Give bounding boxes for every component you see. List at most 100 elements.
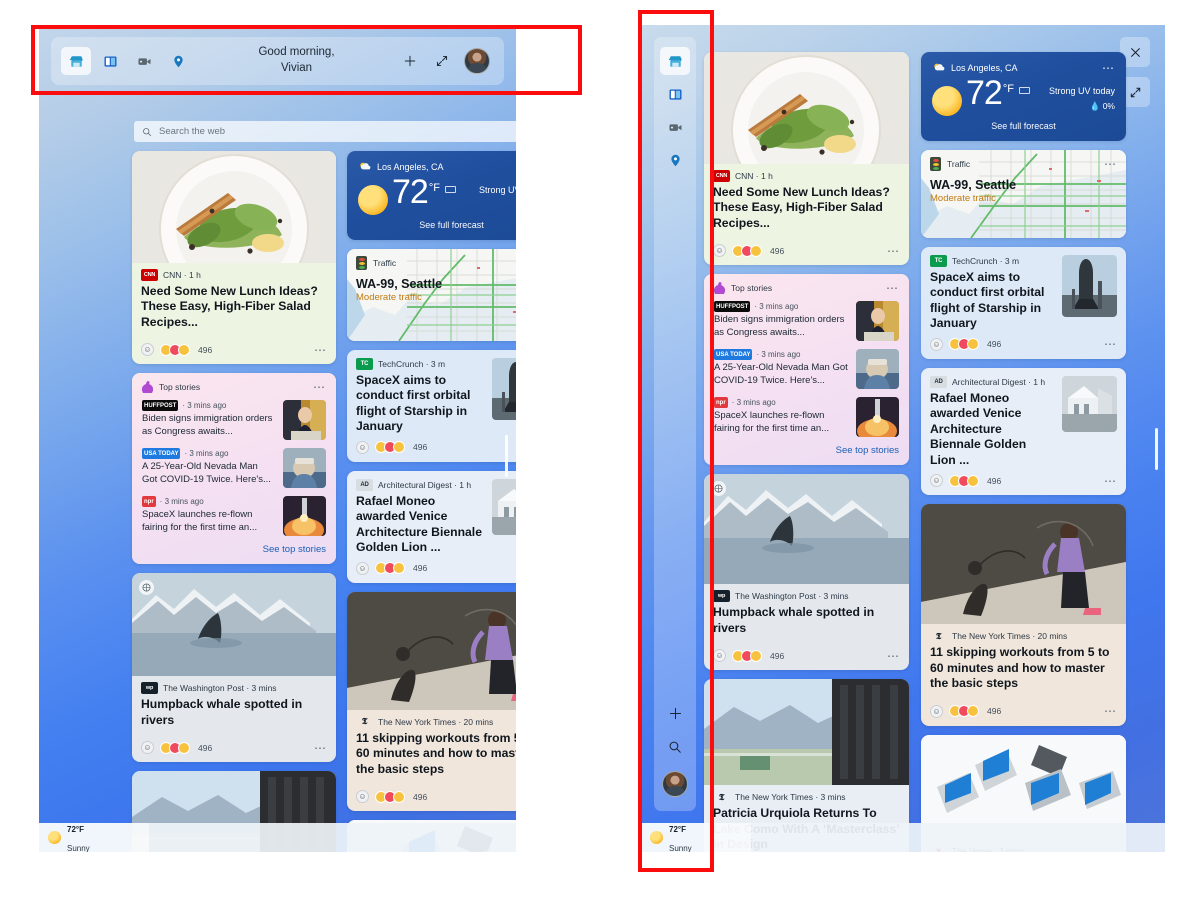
traffic-label: Traffic bbox=[947, 159, 971, 169]
list-item[interactable]: HUFFPOST · 3 mins ago Biden signs immigr… bbox=[142, 400, 326, 441]
traffic-menu-button[interactable]: ⋯ bbox=[1104, 158, 1117, 170]
feed-scrollbar[interactable] bbox=[1155, 428, 1158, 470]
widgets-store-icon[interactable] bbox=[660, 47, 690, 75]
card-title: Rafael Moneo awarded Venice Architecture… bbox=[356, 493, 482, 555]
list-item[interactable]: USA TODAY · 3 mins ago A 25-Year-Old Nev… bbox=[714, 349, 899, 390]
news-card-skipping[interactable]: 𝕿 The New York Times · 20 mins 11 skippi… bbox=[921, 504, 1126, 726]
news-card-lunch[interactable]: CNN CNN · 1 h Need Some New Lunch Ideas?… bbox=[132, 151, 336, 365]
weather-widget[interactable]: Los Angeles, CA ⋯ 72 °F Strong UV today bbox=[921, 52, 1126, 141]
publisher-logo: 𝕿 bbox=[935, 630, 942, 641]
story-time: · 3 mins ago bbox=[159, 497, 204, 507]
story-meta: npr · 3 mins ago bbox=[714, 397, 848, 409]
card-menu-button[interactable]: ⋯ bbox=[314, 344, 327, 356]
top-stories-card[interactable]: Top stories ⋯ HUFFPOST · 3 mins ago Bide… bbox=[704, 274, 909, 466]
list-item[interactable]: npr · 3 mins ago SpaceX launches re-flow… bbox=[714, 397, 899, 438]
add-reaction-icon[interactable]: ☺ bbox=[930, 704, 943, 718]
trending-icon bbox=[142, 381, 153, 394]
news-card-moneo[interactable]: AD Architectural Digest · 1 h Rafael Mon… bbox=[347, 470, 516, 583]
card-source-row: wp The Washington Post · 3 mins bbox=[141, 682, 327, 695]
split-panel-icon[interactable] bbox=[95, 47, 125, 75]
add-reaction-icon[interactable]: ☺ bbox=[930, 337, 943, 351]
avatar[interactable] bbox=[662, 771, 688, 797]
card-content: AD Architectural Digest · 1 h Rafael Mon… bbox=[921, 368, 1126, 468]
card-menu-button[interactable]: ⋯ bbox=[887, 650, 900, 662]
widgets-board-expanded: CNN CNN · 1 h Need Some New Lunch Ideas?… bbox=[641, 25, 1165, 852]
weather-condition-icon bbox=[934, 63, 945, 71]
add-reaction-icon[interactable]: ☺ bbox=[356, 561, 369, 575]
reaction-emojis bbox=[732, 244, 762, 257]
card-menu-button[interactable]: ⋯ bbox=[314, 742, 327, 754]
card-footer: ☺ 496 ⋯ bbox=[921, 468, 1126, 495]
weather-widget[interactable]: Los Angeles, CA ⋯ 72 °F Strong UV today bbox=[347, 151, 516, 240]
card-source-row: TC TechCrunch · 3 m bbox=[930, 255, 1054, 267]
expand-board-button[interactable] bbox=[432, 51, 452, 71]
reaction-count: 496 bbox=[987, 339, 1002, 350]
add-reaction-icon[interactable]: ☺ bbox=[930, 474, 943, 488]
news-card-moneo[interactable]: AD Architectural Digest · 1 h Rafael Mon… bbox=[921, 367, 1126, 496]
news-card-whale[interactable]: wp The Washington Post · 3 mins Humpback… bbox=[704, 474, 909, 671]
weather-condition-icon bbox=[360, 162, 371, 170]
add-reaction-icon[interactable]: ☺ bbox=[713, 649, 726, 663]
card-menu-button[interactable]: ⋯ bbox=[1104, 338, 1117, 350]
traffic-widget[interactable]: Traffic ⋯ WA-99, Seattle Moderate traffi… bbox=[347, 249, 516, 341]
card-menu-button[interactable]: ⋯ bbox=[1104, 705, 1117, 717]
traffic-road: WA-99, Seattle bbox=[930, 178, 1017, 192]
list-item[interactable]: USA TODAY · 3 mins ago A 25-Year-Old Nev… bbox=[142, 448, 326, 489]
traffic-widget[interactable]: Traffic ⋯ WA-99, Seattle Moderate traffi… bbox=[921, 150, 1126, 238]
list-item[interactable]: npr · 3 mins ago SpaceX launches re-flow… bbox=[142, 496, 326, 537]
add-reaction-icon[interactable]: ☺ bbox=[356, 790, 369, 804]
card-menu-button[interactable]: ⋯ bbox=[1104, 475, 1117, 487]
news-card-lunch[interactable]: CNN CNN · 1 h Need Some New Lunch Ideas?… bbox=[704, 52, 909, 266]
search-icon[interactable] bbox=[665, 737, 685, 757]
card-image bbox=[704, 52, 909, 164]
location-pin-icon[interactable] bbox=[163, 47, 193, 75]
weather-badge-icon bbox=[1018, 87, 1030, 94]
add-reaction-icon[interactable]: ☺ bbox=[713, 244, 726, 258]
see-full-forecast-link[interactable]: See full forecast bbox=[932, 121, 1115, 131]
taskbar-weather-button[interactable]: 72°F Sunny bbox=[39, 823, 149, 852]
search-input[interactable]: Search the web bbox=[134, 121, 516, 142]
video-camera-icon[interactable] bbox=[129, 47, 159, 75]
weather-menu-button[interactable]: ⋯ bbox=[1102, 62, 1115, 74]
add-widget-button[interactable] bbox=[665, 703, 685, 723]
see-top-stories-link[interactable]: See top stories bbox=[714, 445, 899, 456]
reaction-emojis bbox=[160, 741, 190, 754]
card-footer: ☺ 496 ⋯ bbox=[921, 332, 1126, 359]
card-menu-button[interactable]: ⋯ bbox=[887, 245, 900, 257]
header-actions bbox=[400, 48, 494, 74]
avatar[interactable] bbox=[464, 48, 490, 74]
story-meta: HUFFPOST · 3 mins ago bbox=[142, 400, 275, 412]
card-body: wp The Washington Post · 3 mins Humpback… bbox=[704, 584, 909, 643]
video-camera-icon[interactable] bbox=[660, 113, 690, 141]
news-card-spacex[interactable]: TC TechCrunch · 3 m SpaceX aims to condu… bbox=[347, 350, 516, 462]
see-top-stories-link[interactable]: See top stories bbox=[142, 544, 326, 555]
add-reaction-icon[interactable]: ☺ bbox=[356, 440, 369, 454]
weather-badge-icon bbox=[444, 186, 456, 193]
story-text: USA TODAY · 3 mins ago A 25-Year-Old Nev… bbox=[142, 448, 275, 488]
card-footer: ☺ 496 ⋯ bbox=[347, 556, 516, 583]
top-stories-menu-button[interactable]: ⋯ bbox=[313, 381, 326, 393]
add-reaction-icon[interactable]: ☺ bbox=[141, 741, 154, 755]
weather-body: Los Angeles, CA ⋯ 72 °F Strong UV today bbox=[347, 151, 516, 240]
feed-scrollbar[interactable] bbox=[505, 435, 508, 477]
news-card-whale[interactable]: wp The Washington Post · 3 mins Humpback… bbox=[132, 573, 336, 763]
greeting: Good morning, Vivian bbox=[193, 45, 400, 76]
add-widget-button[interactable] bbox=[400, 51, 420, 71]
publisher-name: CNN · 1 h bbox=[163, 270, 201, 280]
card-text: TC TechCrunch · 3 m SpaceX aims to condu… bbox=[356, 358, 484, 435]
widgets-store-icon[interactable] bbox=[61, 47, 91, 75]
search-icon bbox=[142, 127, 152, 137]
taskbar-weather-button[interactable]: 72°F Sunny bbox=[641, 823, 751, 852]
top-stories-menu-button[interactable]: ⋯ bbox=[886, 282, 899, 294]
story-headline: SpaceX launches re-flown fairing for the… bbox=[714, 410, 830, 434]
news-card-skipping[interactable]: 𝕿 The New York Times · 20 mins 11 skippi… bbox=[347, 591, 516, 812]
top-stories-card[interactable]: Top stories ⋯ HUFFPOST · 3 mins ago Bide bbox=[132, 373, 336, 565]
list-item[interactable]: HUFFPOST · 3 mins ago Biden signs immigr… bbox=[714, 301, 899, 342]
news-card-spacex[interactable]: TC TechCrunch · 3 m SpaceX aims to condu… bbox=[921, 247, 1126, 359]
add-reaction-icon[interactable]: ☺ bbox=[141, 343, 154, 357]
split-panel-icon[interactable] bbox=[660, 80, 690, 108]
taskbar: 72°F Sunny bbox=[641, 823, 1165, 852]
story-meta: npr · 3 mins ago bbox=[142, 496, 275, 508]
location-pin-icon[interactable] bbox=[660, 146, 690, 174]
see-full-forecast-link[interactable]: See full forecast bbox=[358, 220, 516, 230]
